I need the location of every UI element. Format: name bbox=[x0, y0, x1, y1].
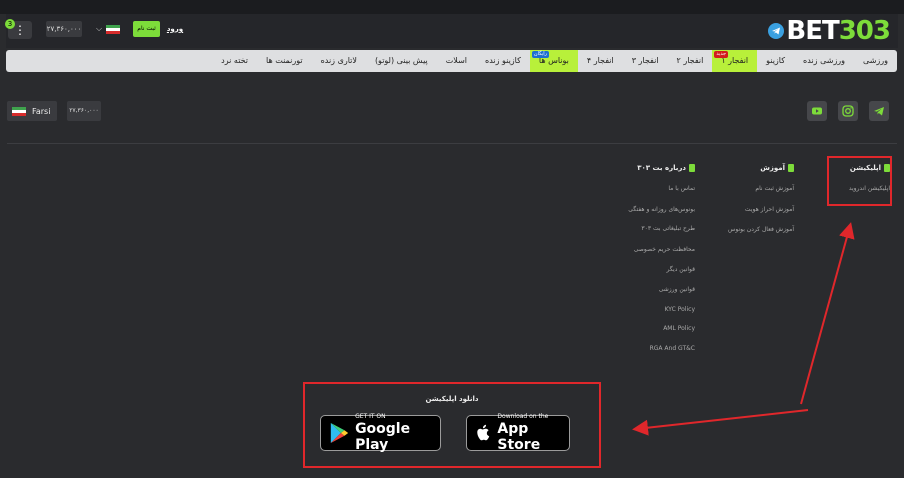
login-link[interactable]: ورود bbox=[165, 23, 185, 35]
footer-link[interactable]: آموزش فعال کردن بونوس bbox=[728, 226, 794, 233]
footer-link[interactable]: بونوس‌های روزانه و هفتگی bbox=[628, 206, 695, 213]
nav-lotto[interactable]: پیش بینی (لوتو) bbox=[366, 50, 437, 72]
chevron-down-icon: ⌵ bbox=[96, 24, 103, 33]
language-label: Farsi bbox=[32, 106, 51, 116]
logo-text: BET bbox=[786, 16, 839, 46]
iran-flag-icon bbox=[106, 24, 121, 34]
annotation-box-download bbox=[303, 382, 601, 468]
footer-link[interactable]: قوانین ورزشی bbox=[659, 286, 695, 293]
arrow-to-app bbox=[800, 222, 855, 405]
nav-casino[interactable]: کازینو bbox=[757, 50, 794, 72]
column-title: درباره بت ۳۰۳ bbox=[637, 164, 686, 172]
notification-badge: 3 bbox=[5, 19, 15, 29]
footer-link[interactable]: قوانین دیگر bbox=[666, 266, 695, 273]
nav-bonuses[interactable]: بوناس ها رایگان bbox=[529, 50, 578, 72]
footer-link[interactable]: آموزش ثبت نام bbox=[755, 185, 794, 192]
footer-link[interactable]: KYC Policy bbox=[665, 306, 695, 313]
annotation-box-app bbox=[827, 156, 892, 206]
language-selector[interactable]: ⌵ bbox=[96, 23, 126, 35]
iran-flag-icon bbox=[12, 106, 26, 116]
footer-link[interactable]: طرح تبلیغاتی بت ۳۰۳ bbox=[641, 225, 695, 232]
balance-box[interactable]: ۲۷,۳۶۰,۰۰۰ bbox=[67, 101, 101, 121]
new-badge: جدید bbox=[714, 51, 729, 58]
footer-link[interactable]: تماس با ما bbox=[668, 185, 695, 192]
instagram-icon[interactable] bbox=[838, 101, 858, 121]
free-badge: رایگان bbox=[531, 51, 550, 58]
footer-link[interactable]: محافظت حریم خصوصی bbox=[634, 246, 695, 253]
telegram-logo-icon bbox=[768, 23, 785, 39]
site-logo[interactable]: BET 303 bbox=[768, 16, 891, 46]
nav-crash-2[interactable]: انفجار ۲ bbox=[668, 50, 713, 72]
nav-backgammon[interactable]: تخته نرد bbox=[212, 50, 257, 72]
language-switch[interactable]: Farsi bbox=[7, 101, 57, 121]
column-title: آموزش bbox=[760, 164, 785, 172]
nav-live-lottery[interactable]: لاتاری زنده bbox=[312, 50, 366, 72]
footer-learning-column: آموزش آموزش ثبت نام آموزش احراز هویت آمو… bbox=[704, 162, 794, 242]
book-icon bbox=[788, 164, 794, 172]
top-strip bbox=[0, 0, 904, 14]
section-divider bbox=[7, 143, 897, 144]
nav-live-casino[interactable]: کازینو زنده bbox=[476, 50, 530, 72]
nav-crash-1[interactable]: انفجار ۱ جدید bbox=[712, 50, 758, 72]
main-nav: ورزشی ورزشی زنده کازینو انفجار ۱ جدید ان… bbox=[6, 50, 897, 72]
nav-crash-4[interactable]: انفجار ۴ bbox=[578, 50, 623, 72]
telegram-icon[interactable] bbox=[869, 101, 889, 121]
footer-link[interactable]: RGA And GT&C bbox=[650, 345, 695, 352]
footer-about-column: درباره بت ۳۰۳ تماس با ما بونوس‌های روزان… bbox=[605, 162, 695, 362]
register-button[interactable]: ثبت نام bbox=[133, 21, 160, 37]
nav-live-sports[interactable]: ورزشی زنده bbox=[794, 50, 854, 72]
youtube-icon[interactable] bbox=[807, 101, 827, 121]
footer-about-title: درباره بت ۳۰۳ bbox=[605, 162, 695, 174]
document-icon bbox=[689, 164, 695, 172]
arrow-to-download bbox=[632, 409, 809, 436]
footer-link[interactable]: آموزش احراز هویت bbox=[745, 206, 794, 213]
logo-number: 303 bbox=[838, 16, 891, 46]
nav-slots[interactable]: اسلات bbox=[437, 50, 476, 72]
footer-link[interactable]: AML Policy bbox=[663, 325, 695, 332]
nav-crash-3[interactable]: انفجار ۳ bbox=[623, 50, 668, 72]
balance-display[interactable]: ۲۷,۳۶۰,۰۰۰ bbox=[46, 21, 82, 37]
nav-tournaments[interactable]: تورنمنت ها bbox=[257, 50, 312, 72]
footer-learning-title: آموزش bbox=[704, 162, 794, 174]
nav-sports[interactable]: ورزشی bbox=[854, 50, 897, 72]
